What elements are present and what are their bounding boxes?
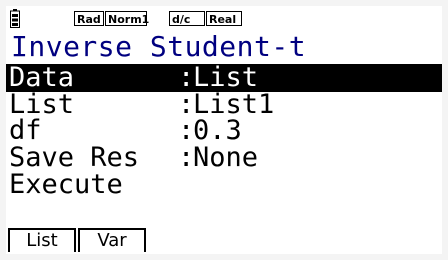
execute-item[interactable]: Execute bbox=[6, 171, 442, 199]
calculator-bezel: Rad Norm1 d/c Real Inverse Student-t Dat… bbox=[0, 0, 448, 260]
setting-row-df[interactable]: df : 0.3 bbox=[6, 117, 442, 145]
display-mode-indicator: Norm1 bbox=[105, 11, 149, 26]
calculator-screen: Rad Norm1 d/c Real Inverse Student-t Dat… bbox=[6, 6, 442, 254]
fraction-mode-indicator: d/c bbox=[169, 11, 205, 26]
setting-value: List bbox=[193, 62, 259, 93]
angle-mode-indicator: Rad bbox=[74, 11, 104, 26]
setting-row-save-res[interactable]: Save Res : None bbox=[6, 144, 442, 172]
function-key-list[interactable]: List bbox=[8, 228, 76, 252]
setting-separator: : bbox=[178, 142, 195, 173]
setting-row-data[interactable]: Data : List bbox=[6, 64, 442, 92]
execute-label: Execute bbox=[9, 169, 123, 200]
status-bar: Rad Norm1 d/c Real bbox=[6, 6, 442, 32]
battery-icon bbox=[10, 9, 20, 28]
setting-separator: : bbox=[178, 115, 195, 146]
page-title: Inverse Student-t bbox=[11, 30, 307, 63]
setting-label: Save Res bbox=[9, 142, 140, 173]
setting-label: df bbox=[9, 115, 42, 146]
setting-value: None bbox=[193, 142, 259, 173]
setting-value: 0.3 bbox=[193, 115, 242, 146]
function-key-var[interactable]: Var bbox=[78, 228, 146, 252]
setting-separator: : bbox=[178, 62, 195, 93]
complex-mode-indicator: Real bbox=[206, 11, 242, 26]
setting-label: Data bbox=[9, 62, 75, 93]
